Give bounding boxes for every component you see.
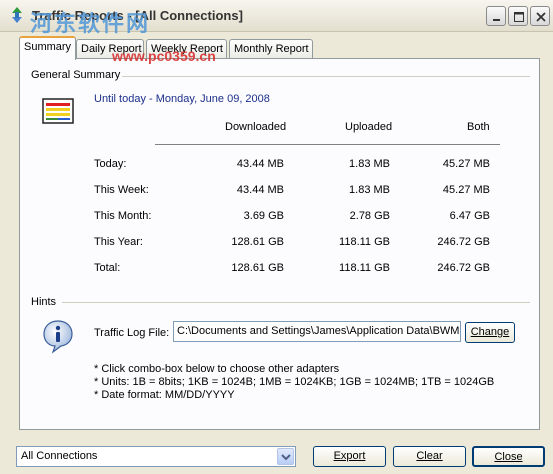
minimize-button[interactable] bbox=[486, 6, 506, 26]
log-file-label: Traffic Log File: bbox=[94, 327, 170, 339]
clear-button[interactable]: Clear bbox=[393, 446, 466, 467]
window-title: Traffic Reports - [All Connections] bbox=[32, 8, 243, 23]
change-button[interactable]: Change bbox=[465, 322, 515, 343]
tab-summary[interactable]: Summary bbox=[19, 36, 76, 60]
adapter-combo-box[interactable]: All Connections bbox=[16, 446, 296, 467]
hint-line: * Units: 1B = 8bits; 1KB = 1024B; 1MB = … bbox=[94, 376, 495, 388]
period-label: Until today - Monday, June 09, 2008 bbox=[94, 93, 270, 105]
hint-line: * Date format: MM/DD/YYYY bbox=[94, 389, 235, 401]
export-button[interactable]: Export bbox=[313, 446, 386, 467]
tab-monthly-report[interactable]: Monthly Report bbox=[229, 39, 313, 58]
row-label: Total: bbox=[94, 262, 121, 274]
minimize-icon bbox=[493, 19, 500, 21]
close-window-button[interactable] bbox=[530, 6, 550, 26]
column-header-both: Both bbox=[467, 121, 490, 133]
column-header-downloaded: Downloaded bbox=[225, 121, 287, 133]
column-header-uploaded: Uploaded bbox=[345, 121, 393, 133]
title-bar[interactable]: Traffic Reports - [All Connections] bbox=[0, 0, 553, 32]
adapter-selected-value: All Connections bbox=[21, 450, 98, 462]
close-button[interactable]: Close bbox=[472, 446, 545, 467]
both-value: 45.27 MB bbox=[442, 158, 490, 170]
header-rule bbox=[155, 144, 500, 146]
calendar-chart-icon bbox=[42, 98, 74, 124]
log-file-path-field[interactable]: C:\Documents and Settings\James\Applicat… bbox=[173, 321, 461, 342]
group-divider bbox=[62, 302, 530, 303]
hints-label: Hints bbox=[31, 296, 57, 308]
general-summary-label: General Summary bbox=[31, 69, 121, 81]
downloaded-value: 3.69 GB bbox=[243, 210, 284, 222]
close-icon bbox=[536, 12, 546, 22]
maximize-icon bbox=[514, 12, 524, 22]
hint-line: * Click combo-box below to choose other … bbox=[94, 363, 340, 375]
row-label: This Month: bbox=[94, 210, 152, 222]
both-value: 246.72 GB bbox=[437, 262, 490, 274]
row-label: This Week: bbox=[94, 184, 149, 196]
maximize-button[interactable] bbox=[508, 6, 528, 26]
downloaded-value: 128.61 GB bbox=[231, 262, 284, 274]
tab-weekly-report[interactable]: Weekly Report bbox=[146, 39, 227, 58]
downloaded-value: 43.44 MB bbox=[236, 184, 284, 196]
tab-daily-report[interactable]: Daily Report bbox=[76, 39, 144, 58]
downloaded-value: 128.61 GB bbox=[231, 236, 284, 248]
app-icon bbox=[12, 7, 22, 23]
both-value: 246.72 GB bbox=[437, 236, 490, 248]
both-value: 6.47 GB bbox=[449, 210, 490, 222]
row-label: Today: bbox=[94, 158, 127, 170]
group-divider bbox=[122, 76, 530, 77]
combo-dropdown-button[interactable] bbox=[277, 448, 294, 465]
info-icon bbox=[43, 320, 73, 354]
both-value: 45.27 MB bbox=[442, 184, 490, 196]
chevron-down-icon bbox=[281, 454, 291, 461]
row-label: This Year: bbox=[94, 236, 143, 248]
downloaded-value: 43.44 MB bbox=[236, 158, 284, 170]
